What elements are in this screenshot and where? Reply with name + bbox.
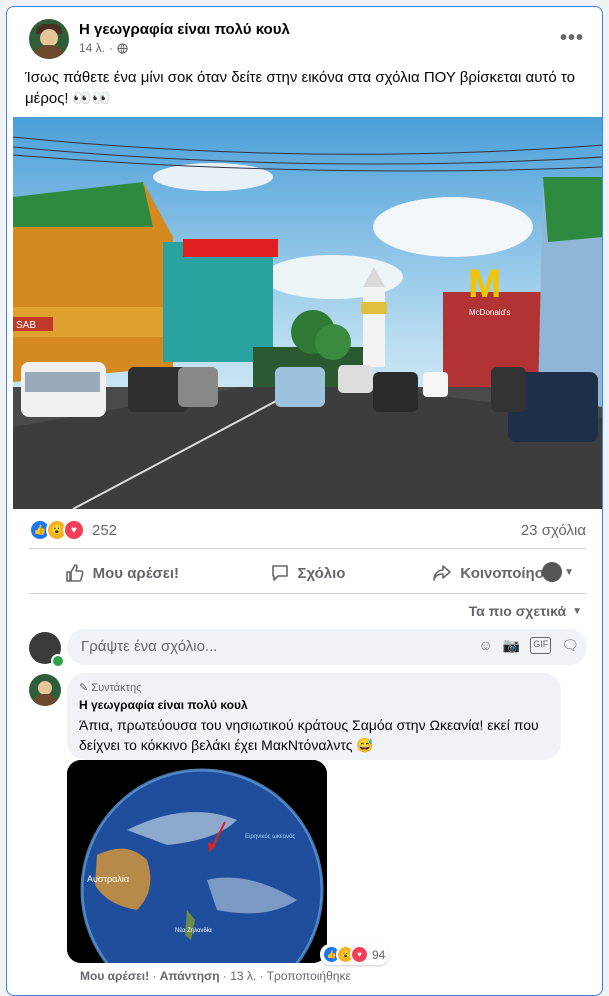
comment-time[interactable]: 13 λ. bbox=[230, 969, 256, 983]
comment-sort-dropdown[interactable]: Τα πιο σχετικά ▼ bbox=[469, 603, 582, 619]
post-meta: 14 λ. · bbox=[79, 41, 128, 55]
shop-sign-text: SAB bbox=[16, 320, 36, 331]
page-name[interactable]: Η γεωγραφία είναι πολύ κουλ bbox=[79, 21, 290, 38]
comment-reaction-count: 94 bbox=[372, 947, 386, 962]
audience-selector[interactable]: ▼ bbox=[542, 562, 574, 582]
comment-reply-button[interactable]: Απάντηση bbox=[160, 969, 220, 983]
comments-count[interactable]: 23 σχόλια bbox=[521, 522, 586, 539]
post-header: Η γεωγραφία είναι πολύ κουλ 14 λ. · ••• bbox=[29, 19, 590, 63]
comment-icon bbox=[271, 565, 288, 581]
emoji-icon[interactable]: ☺ bbox=[478, 637, 492, 654]
post-time[interactable]: 14 λ. bbox=[79, 41, 105, 55]
sort-label: Τα πιο σχετικά bbox=[468, 603, 567, 619]
post-actions: Μου αρέσει! Σχόλιο Κοινοποίηση ▼ bbox=[29, 555, 586, 591]
divider bbox=[29, 548, 586, 549]
comment-actions: Μου αρέσει! · Απάντηση · 13 λ. · Τροποπο… bbox=[80, 969, 351, 983]
online-status-icon bbox=[51, 654, 65, 668]
australia-label: Αυστραλία bbox=[87, 874, 129, 884]
pencil-icon: ✎ bbox=[79, 682, 89, 694]
comment-input-placeholder: Γράψτε ένα σχόλιο... bbox=[81, 638, 218, 655]
comment-author-name[interactable]: Η γεωγραφία είναι πολύ κουλ bbox=[79, 698, 248, 712]
like-label: Μου αρέσει! bbox=[92, 564, 180, 582]
comment-reactions[interactable]: 👍 😮 ♥ 94 bbox=[320, 944, 390, 965]
post-reactions[interactable]: 👍 😮 ♥ 252 bbox=[29, 519, 117, 541]
like-button[interactable]: Μου αρέσει! bbox=[29, 555, 215, 591]
camera-icon[interactable]: 📷 bbox=[503, 637, 520, 654]
love-reaction-icon: ♥ bbox=[63, 519, 85, 541]
page-avatar[interactable] bbox=[29, 19, 69, 59]
comment-image[interactable]: Αυστραλία Νέα Ζηλανδία Ειρηνικός ωκεανός bbox=[67, 760, 327, 963]
street-scene-image: SAB M McDonald's bbox=[13, 117, 602, 509]
chevron-down-icon: ▼ bbox=[564, 566, 574, 578]
comment-text: Άπια, πρωτεύουσα του νησιωτικού κράτους … bbox=[79, 717, 539, 753]
post-photo[interactable]: SAB M McDonald's bbox=[13, 117, 602, 509]
globe-icon bbox=[117, 42, 128, 54]
mcdonalds-sign-text: McDonald's bbox=[469, 308, 511, 317]
comment-button[interactable]: Σχόλιο bbox=[215, 555, 401, 591]
comment-label: Σχόλιο bbox=[297, 564, 346, 582]
gif-icon[interactable]: GIF bbox=[530, 637, 552, 654]
more-options-icon[interactable]: ••• bbox=[560, 27, 584, 50]
comment-edited: Τροποποιήθηκε bbox=[266, 969, 351, 983]
divider bbox=[29, 593, 586, 594]
profile-avatar-small bbox=[542, 562, 563, 582]
share-label: Κοινοποίηση bbox=[460, 564, 555, 582]
comment-author-avatar[interactable] bbox=[29, 674, 61, 706]
reaction-count[interactable]: 252 bbox=[92, 522, 117, 539]
globe-map-image: Αυστραλία Νέα Ζηλανδία Ειρηνικός ωκεανός bbox=[67, 760, 327, 963]
pacific-ocean-label: Ειρηνικός ωκεανός bbox=[245, 833, 295, 840]
chevron-down-icon: ▼ bbox=[572, 605, 582, 617]
post-card: Η γεωγραφία είναι πολύ κουλ 14 λ. · ••• … bbox=[6, 6, 603, 996]
sticker-icon[interactable]: 🗨 bbox=[561, 637, 579, 654]
svg-text:M: M bbox=[468, 262, 501, 306]
author-badge: ✎ Συντάκτης bbox=[79, 682, 142, 694]
new-zealand-label: Νέα Ζηλανδία bbox=[175, 927, 212, 934]
comment-like-button[interactable]: Μου αρέσει! bbox=[80, 969, 149, 983]
love-reaction-icon: ♥ bbox=[350, 945, 369, 964]
post-text: Ίσως πάθετε ένα μίνι σοκ όταν δείτε στην… bbox=[25, 69, 575, 107]
share-icon bbox=[433, 565, 452, 581]
thumbs-up-icon bbox=[65, 564, 84, 582]
comment-bubble: ✎ Συντάκτης Η γεωγραφία είναι πολύ κουλ … bbox=[67, 673, 561, 760]
comment-input[interactable]: Γράψτε ένα σχόλιο... ☺ 📷 GIF 🗨 bbox=[67, 629, 587, 665]
